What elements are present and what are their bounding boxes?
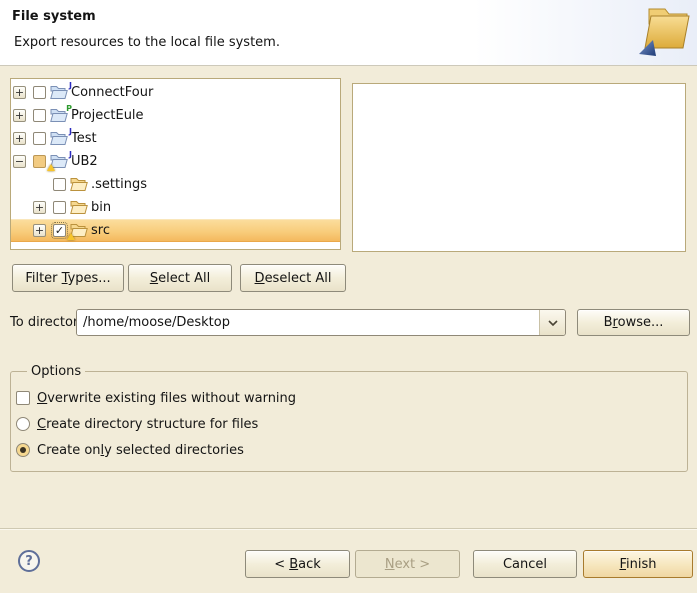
folder-icon [70,200,88,215]
option-row-2: Create only selected directories [16,437,687,463]
tree-row-projecteule[interactable]: + PProjectEule [11,104,340,127]
filter-types-button[interactable]: Filter Types... [12,264,124,292]
tree-row-connectfour[interactable]: + JConnectFour [11,81,340,104]
resource-tree: +JConnectFour+PProjectEule+JTest−JUB2.se… [10,78,341,250]
directory-input[interactable] [77,310,539,335]
expand-icon[interactable]: + [13,86,26,99]
tree-row-test[interactable]: + JTest [11,127,340,150]
project-folder-icon: J [50,154,68,169]
tree-item-label: ConnectFour [71,85,153,100]
finish-button[interactable]: Finish [583,550,693,578]
page-subtitle: Export resources to the local file syste… [14,35,280,50]
tree-item-label: .settings [91,177,147,192]
option-row-1: Create directory structure for files [16,411,687,437]
radio-2[interactable] [16,443,30,457]
directory-combo [76,309,566,336]
deselect-all-button[interactable]: Deselect All [240,264,346,292]
badge-j-icon: J [69,150,72,159]
checkbox-projecteule[interactable] [33,109,46,122]
option-label-1[interactable]: Create directory structure for files [37,417,258,432]
export-wizard-dialog: File system Export resources to the loca… [0,0,697,593]
project-folder-icon: P [50,108,68,123]
badge-p-icon: P [66,104,72,113]
chevron-down-icon [548,320,558,326]
expand-icon[interactable]: + [33,224,46,237]
folder-icon [70,223,88,238]
footer-separator [0,528,697,529]
checkbox-ub2[interactable] [33,155,46,168]
tree-row-src[interactable]: + ✓ src [11,219,340,242]
combo-dropdown-button[interactable] [539,310,565,335]
warning-overlay-icon [47,164,55,171]
tree-item-label: src [91,223,110,238]
expand-icon[interactable]: + [13,109,26,122]
badge-j-icon: J [69,127,72,136]
options-rows: Overwrite existing files without warning… [16,385,687,463]
tree-row-ub2[interactable]: − JUB2 [11,150,340,173]
tree-item-label: ProjectEule [71,108,144,123]
options-legend: Options [27,364,85,379]
expand-icon[interactable]: + [13,132,26,145]
option-label-0[interactable]: Overwrite existing files without warning [37,391,296,406]
checkbox-settings[interactable] [53,178,66,191]
wizard-banner: File system Export resources to the loca… [0,0,697,66]
tree-item-label: bin [91,200,111,215]
badge-j-icon: J [69,81,72,90]
checkbox-bin[interactable] [53,201,66,214]
project-folder-icon: J [50,131,68,146]
browse-button[interactable]: Browse... [577,309,690,336]
project-folder-icon: J [50,85,68,100]
checkbox-connectfour[interactable] [33,86,46,99]
page-title: File system [12,9,96,24]
option-row-0: Overwrite existing files without warning [16,385,687,411]
tree-item-label: UB2 [71,154,98,169]
tree-row-bin[interactable]: + bin [11,196,340,219]
checkbox-0[interactable] [16,391,30,405]
radio-1[interactable] [16,417,30,431]
cancel-button[interactable]: Cancel [473,550,577,578]
collapse-icon[interactable]: − [13,155,26,168]
checkbox-src[interactable]: ✓ [53,224,66,237]
option-label-2[interactable]: Create only selected directories [37,443,244,458]
checkbox-test[interactable] [33,132,46,145]
warning-overlay-icon [67,233,75,240]
folder-icon [70,177,88,192]
tree-row-settings[interactable]: .settings [11,173,340,196]
help-button[interactable]: ? [18,550,40,572]
tree-item-label: Test [71,131,97,146]
file-list-panel[interactable] [352,83,686,252]
back-button[interactable]: < Back [245,550,350,578]
expand-icon[interactable]: + [33,201,46,214]
options-group: Options Overwrite existing files without… [10,364,688,472]
next-button[interactable]: Next > [355,550,460,578]
filter-button-bar: Filter Types... Select All Deselect All [12,264,346,292]
export-folder-icon [637,4,693,58]
select-all-button[interactable]: Select All [128,264,232,292]
